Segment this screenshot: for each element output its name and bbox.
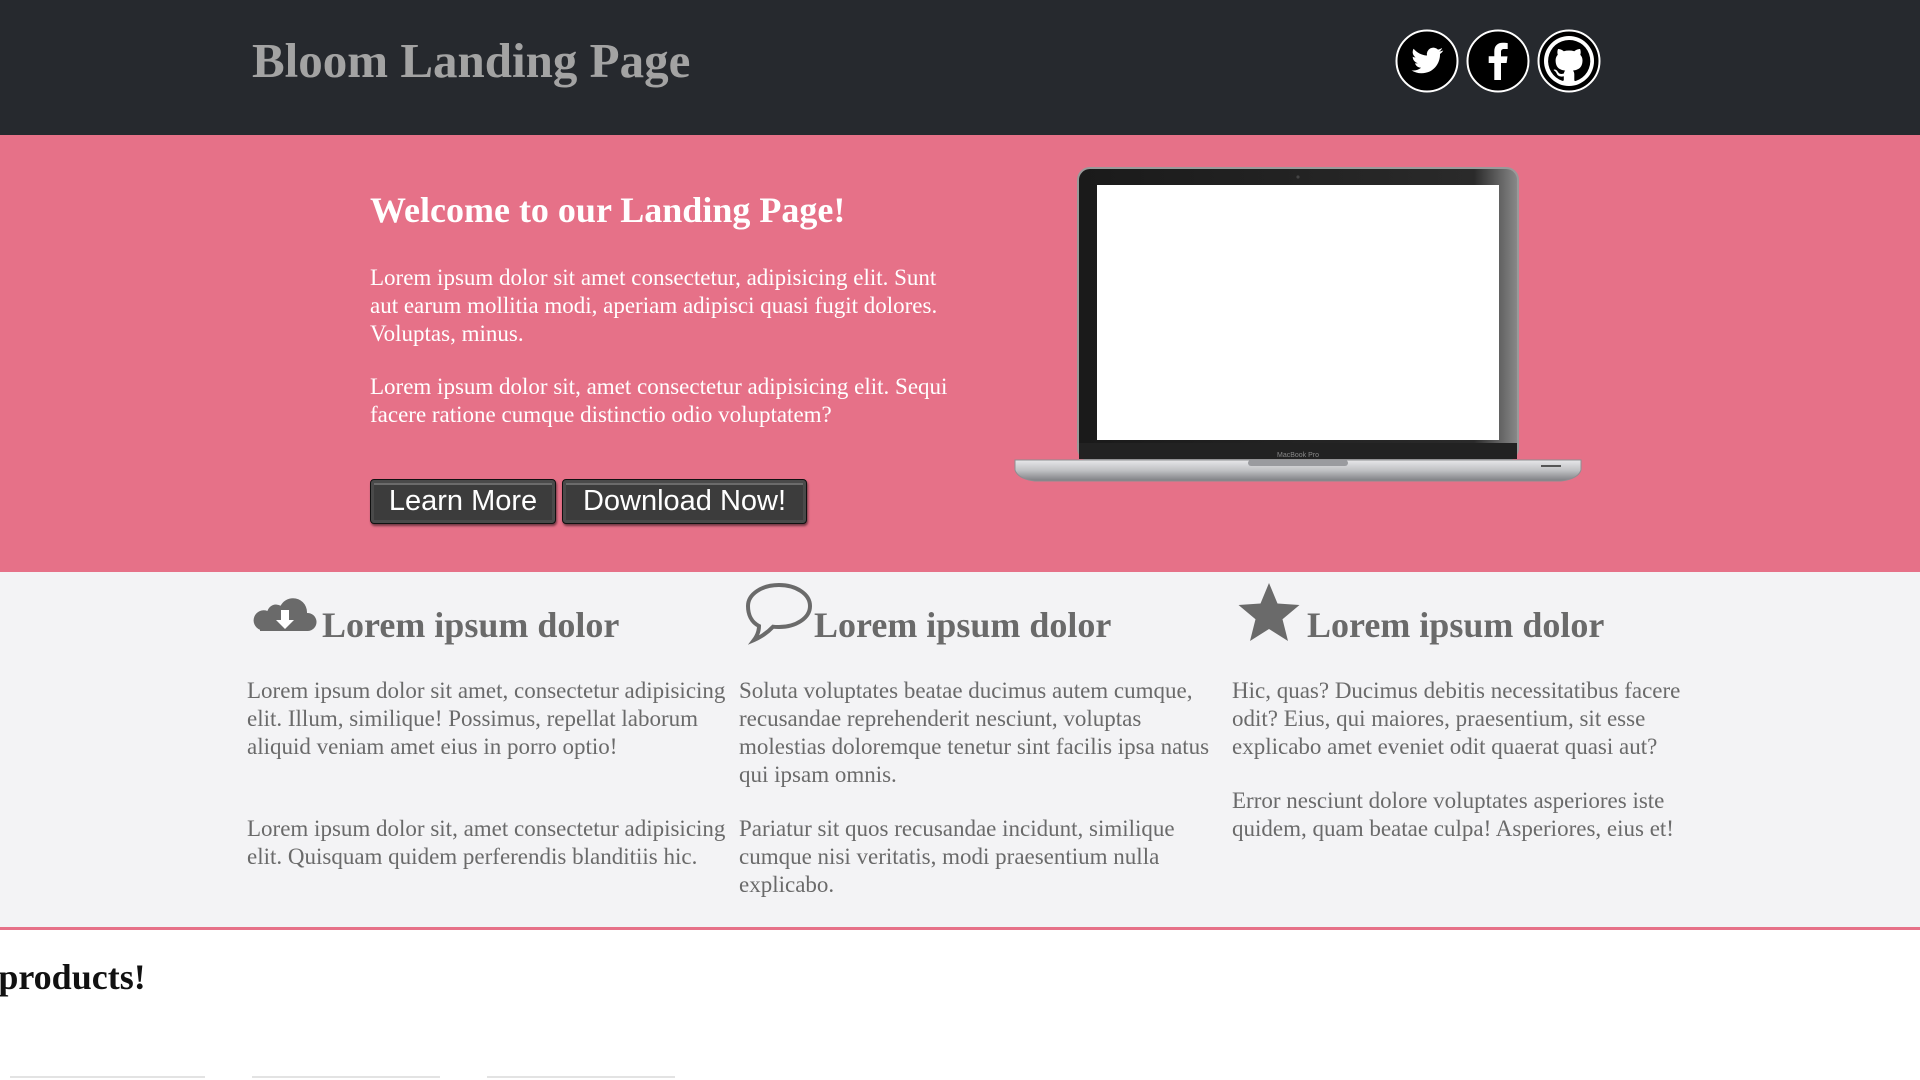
feature-title: Lorem ipsum dolor [814, 605, 1112, 645]
download-now-button[interactable]: Download Now! [562, 479, 807, 524]
site-title: Bloom Landing Page [252, 33, 691, 88]
hero-paragraph: Lorem ipsum dolor sit amet consectetur, … [370, 265, 938, 346]
feature-paragraph: Soluta voluptates beatae ducimus autem c… [739, 678, 1210, 787]
product-card-edge [10, 1076, 205, 1078]
hero-title: Welcome to our Landing Page! [370, 190, 846, 230]
features-section: Lorem ipsum dolor Lorem ipsum dolor sit … [0, 572, 1920, 930]
learn-more-button[interactable]: Learn More [370, 479, 556, 524]
feature-paragraph: Lorem ipsum dolor sit amet, consectetur … [247, 678, 726, 759]
products-heading: r products! [0, 957, 146, 997]
hero-buttons: Learn More Download Now! [370, 479, 807, 524]
twitter-link[interactable] [1395, 29, 1459, 93]
feature-title: Lorem ipsum dolor [322, 605, 620, 645]
site-header: Bloom Landing Page [0, 0, 1920, 135]
star-icon [1232, 577, 1306, 647]
product-cards-top [0, 1076, 700, 1080]
product-card-edge [252, 1076, 440, 1078]
feature-paragraph: Lorem ipsum dolor sit, amet consectetur … [247, 816, 726, 869]
github-icon [1537, 29, 1601, 93]
feature-paragraph: Error nesciunt dolore voluptates asperio… [1232, 788, 1674, 841]
feature-title: Lorem ipsum dolor [1307, 605, 1605, 645]
facebook-icon [1466, 29, 1530, 93]
feature-paragraph: Pariatur sit quos recusandae incidunt, s… [739, 816, 1175, 897]
github-link[interactable] [1537, 29, 1601, 93]
laptop-image: MacBook Pro [1014, 167, 1582, 482]
hero-paragraph: Lorem ipsum dolor sit, amet consectetur … [370, 374, 948, 427]
feature-paragraph: Hic, quas? Ducimus debitis necessitatibu… [1232, 678, 1681, 759]
hero-section: Welcome to our Landing Page! Lorem ipsum… [0, 135, 1920, 572]
twitter-icon [1395, 29, 1459, 93]
social-links [1395, 29, 1601, 93]
product-card-edge [487, 1076, 675, 1078]
laptop-label: MacBook Pro [1277, 452, 1319, 459]
cloud-download-icon [247, 577, 321, 647]
facebook-link[interactable] [1466, 29, 1530, 93]
speech-bubble-icon [739, 577, 813, 647]
